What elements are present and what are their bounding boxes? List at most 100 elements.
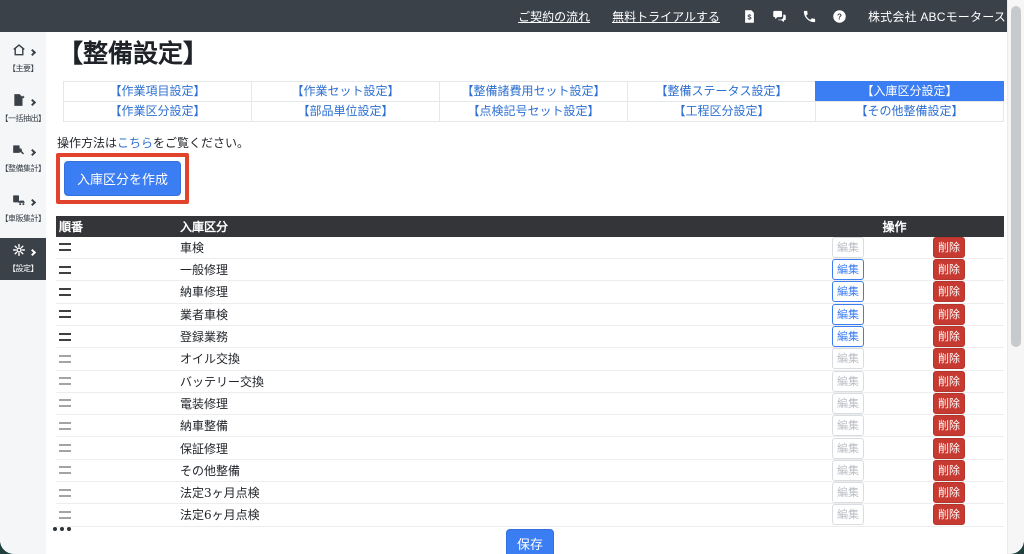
app-window: ご契約の流れ 無料トライアルする $ ? 株式会社 ABCモータース 【主要】 … [0, 0, 1024, 554]
sidebar-item-maintenance-summary[interactable]: 【整備集計】 [0, 138, 46, 180]
edit-button: 編集 [832, 460, 864, 481]
more-menu-button[interactable] [53, 524, 77, 534]
table-row: 車検 編集 削除 [56, 237, 1004, 259]
edit-button[interactable]: 編集 [832, 259, 864, 280]
category-name: 法定3ヶ月点検 [180, 484, 824, 501]
save-button[interactable]: 保存 [506, 529, 554, 554]
settings-tab[interactable]: 【整備ステータス設定】 [627, 81, 816, 102]
category-name: 業者車検 [180, 306, 824, 323]
delete-button[interactable]: 削除 [933, 348, 965, 369]
edit-button: 編集 [832, 482, 864, 503]
scrollbar-thumb[interactable] [1011, 6, 1021, 347]
drag-handle-icon[interactable] [59, 399, 71, 407]
edit-button[interactable]: 編集 [832, 281, 864, 302]
sidebar-item-label: 【設定】 [0, 263, 46, 274]
topbar: ご契約の流れ 無料トライアルする $ ? 株式会社 ABCモータース [0, 0, 1024, 32]
edit-button[interactable]: 編集 [832, 326, 864, 347]
company-name: 株式会社 ABCモータース [868, 8, 1006, 25]
table-row: オイル交換 編集 削除 [56, 348, 1004, 370]
sidebar-item-label: 【整備集計】 [0, 163, 46, 174]
settings-tab[interactable]: 【作業項目設定】 [63, 81, 252, 102]
delete-button[interactable]: 削除 [933, 237, 965, 258]
maintenance-summary-icon [12, 143, 26, 162]
delete-button[interactable]: 削除 [933, 304, 965, 325]
drag-handle-icon[interactable] [59, 377, 71, 385]
column-header-actions: 操作 [824, 218, 1004, 235]
settings-tab[interactable]: 【作業セット設定】 [251, 81, 440, 102]
help-note-suffix: をご覧ください。 [153, 136, 249, 150]
home-icon [12, 43, 26, 62]
create-category-button[interactable]: 入庫区分を作成 [64, 161, 181, 196]
category-name: バッテリー交換 [180, 373, 824, 390]
chat-icon[interactable] [772, 8, 788, 24]
settings-tab[interactable]: 【その他整備設定】 [815, 101, 1004, 122]
edit-button: 編集 [832, 371, 864, 392]
settings-tab[interactable]: 【整備諸費用セット設定】 [439, 81, 628, 102]
drag-handle-icon[interactable] [59, 355, 71, 363]
table-row: 納車整備 編集 削除 [56, 415, 1004, 437]
settings-tab[interactable]: 【入庫区分設定】 [815, 81, 1004, 102]
delete-button[interactable]: 削除 [933, 460, 965, 481]
sidebar-item-batch-export[interactable]: 【一括抽出】 [0, 88, 46, 130]
drag-handle-icon[interactable] [59, 466, 71, 474]
chevron-right-icon [28, 49, 35, 56]
free-trial-link[interactable]: 無料トライアルする [612, 8, 720, 25]
delete-button[interactable]: 削除 [933, 393, 965, 414]
delete-button[interactable]: 削除 [933, 371, 965, 392]
settings-tabs: 【作業項目設定】【作業セット設定】【整備諸費用セット設定】【整備ステータス設定】… [63, 81, 1004, 122]
table-row: 保証修理 編集 削除 [56, 437, 1004, 459]
drag-handle-icon[interactable] [59, 489, 71, 497]
drag-handle-icon[interactable] [59, 288, 71, 296]
category-name: 保証修理 [180, 440, 824, 457]
delete-button[interactable]: 削除 [933, 259, 965, 280]
drag-handle-icon[interactable] [59, 444, 71, 452]
table-row: 法定3ヶ月点検 編集 削除 [56, 482, 1004, 504]
table-row: その他整備 編集 削除 [56, 460, 1004, 482]
tabs-row-1: 【作業項目設定】【作業セット設定】【整備諸費用セット設定】【整備ステータス設定】… [63, 81, 1004, 102]
delete-button[interactable]: 削除 [933, 281, 965, 302]
drag-handle-icon[interactable] [59, 266, 71, 274]
delete-button[interactable]: 削除 [933, 504, 965, 525]
drag-handle-icon[interactable] [59, 333, 71, 341]
help-note: 操作方法はこちらをご覧ください。 [57, 134, 1004, 151]
save-row: 保存 [56, 529, 1004, 554]
table-row: バッテリー交換 編集 削除 [56, 371, 1004, 393]
phone-icon[interactable] [802, 8, 818, 24]
scrollbar[interactable] [1007, 0, 1024, 554]
table-row: 法定6ヶ月点検 編集 削除 [56, 504, 1004, 526]
chevron-right-icon [28, 99, 35, 106]
billing-icon[interactable]: $ [742, 8, 758, 24]
settings-tab[interactable]: 【工程区分設定】 [627, 101, 816, 122]
sidebar-item-main[interactable]: 【主要】 [0, 38, 46, 80]
sidebar-item-label: 【一括抽出】 [0, 113, 46, 124]
help-icon[interactable]: ? [832, 8, 848, 24]
main-content: 【整備設定】 【作業項目設定】【作業セット設定】【整備諸費用セット設定】【整備ス… [46, 32, 1024, 554]
settings-tab[interactable]: 【点検記号セット設定】 [439, 101, 628, 122]
category-name: 法定6ヶ月点検 [180, 506, 824, 523]
settings-tab[interactable]: 【作業区分設定】 [63, 101, 252, 122]
sidebar-item-settings[interactable]: 【設定】 [0, 238, 46, 280]
sidebar-item-car-sales-summary[interactable]: 【車販集計】 [0, 188, 46, 230]
category-table: 順番 入庫区分 操作 車検 編集 削除 [56, 216, 1004, 527]
category-name: オイル交換 [180, 350, 824, 367]
edit-button[interactable]: 編集 [832, 304, 864, 325]
delete-button[interactable]: 削除 [933, 326, 965, 347]
contract-flow-link[interactable]: ご契約の流れ [518, 8, 590, 25]
table-row: 業者車検 編集 削除 [56, 304, 1004, 326]
delete-button[interactable]: 削除 [933, 438, 965, 459]
settings-icon [12, 243, 26, 262]
delete-button[interactable]: 削除 [933, 482, 965, 503]
drag-handle-icon[interactable] [59, 310, 71, 318]
settings-tab[interactable]: 【部品単位設定】 [251, 101, 440, 122]
drag-handle-icon[interactable] [59, 511, 71, 519]
category-name: その他整備 [180, 462, 824, 479]
drag-handle-icon[interactable] [59, 422, 71, 430]
table-row: 電装修理 編集 削除 [56, 393, 1004, 415]
drag-handle-icon[interactable] [59, 243, 71, 251]
table-row: 登録業務 編集 削除 [56, 326, 1004, 348]
delete-button[interactable]: 削除 [933, 415, 965, 436]
category-name: 電装修理 [180, 395, 824, 412]
sidebar: 【主要】 【一括抽出】 【整備集計】 【車販集計】 【設定】 [0, 32, 46, 554]
here-link[interactable]: こちら [117, 136, 153, 150]
column-header-order: 順番 [56, 218, 180, 235]
